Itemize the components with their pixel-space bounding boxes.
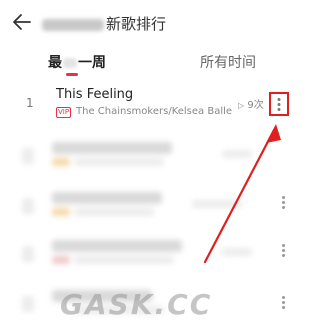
play-count-value: 9次 xyxy=(247,100,264,111)
more-vertical-icon[interactable] xyxy=(282,196,285,211)
vip-badge: VIP xyxy=(56,107,72,118)
tab-recent-week[interactable]: 最一周 xyxy=(48,52,106,72)
title-obscured-prefix xyxy=(42,18,104,31)
tab-all-time[interactable]: 所有时间 xyxy=(200,52,256,72)
page-title-text: 新歌排行 xyxy=(106,15,167,33)
tab-active-indicator xyxy=(66,73,78,76)
arrow-left-icon xyxy=(13,14,31,30)
page-title: 新歌排行 xyxy=(42,13,166,34)
play-triangle-icon: ▷ xyxy=(238,101,245,110)
more-vertical-icon xyxy=(277,98,281,113)
song-row-obscured[interactable] xyxy=(22,238,282,274)
song-artist: The Chainsmokers/Kelsea Ballerin... xyxy=(76,106,232,117)
song-row-obscured[interactable] xyxy=(22,140,282,176)
song-row-obscured[interactable] xyxy=(22,190,282,226)
more-vertical-icon[interactable] xyxy=(282,244,285,259)
tab-label-obscured xyxy=(63,58,77,68)
song-title: This Feeling xyxy=(56,87,134,102)
song-rank: 1 xyxy=(26,96,34,110)
more-vertical-icon[interactable] xyxy=(282,296,285,311)
watermark-text: GASK.CC xyxy=(60,288,213,321)
back-button[interactable] xyxy=(10,10,34,34)
more-options-button[interactable] xyxy=(269,92,289,116)
play-count: ▷ 9次 xyxy=(238,96,264,111)
tab-recent-week-label-start: 最 xyxy=(48,55,62,71)
tab-recent-week-label-end: 一周 xyxy=(78,55,106,71)
